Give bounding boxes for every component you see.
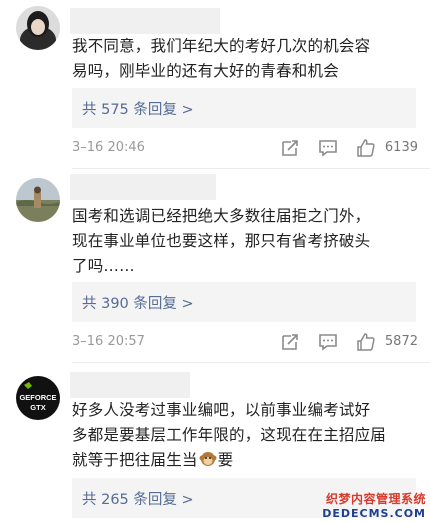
replies-link[interactable]: 共 390 条回复 > [72,282,416,322]
replies-link[interactable]: 共 575 条回复 > [72,88,416,128]
avatar[interactable]: GEFORCE GTX [16,376,60,420]
comment-item: 我不同意，我们年纪大的考好几次的机会容 易吗，刚毕业的还有大好的青春和机会 共 … [0,0,430,170]
username[interactable] [70,174,216,200]
watermark-text: 织梦内容管理系统 [325,492,426,506]
comment-text-line: 多都是要基层工作年限的，这现在在主招应届 [72,426,387,444]
username[interactable] [70,372,190,398]
comment-item: 国考和选调已经把绝大多数往届拒之门外， 现在事业单位也要这样，那只有省考挤破头 … [0,170,430,368]
timestamp: 3–16 20:46 [72,140,145,155]
comment-text: 国考和选调已经把绝大多数往届拒之门外， 现在事业单位也要这样，那只有省考挤破头 … [72,204,412,279]
timestamp: 3–16 20:57 [72,334,145,349]
avatar[interactable] [16,178,60,222]
comment-text-line: 好多人没考过事业编吧，以前事业编考试好 [72,401,371,419]
replies-label: 共 390 条回复 > [82,296,194,312]
comment-text-line: 我不同意，我们年纪大的考好几次的机会容 [72,37,371,55]
replies-label: 共 265 条回复 > [82,492,194,508]
avatar-brand-text: GTX [30,403,45,412]
comment-icon[interactable] [318,332,338,352]
thumbs-up-icon[interactable] [356,332,376,352]
monkey-emoji-icon [199,450,217,476]
avatar[interactable] [16,6,60,50]
comment-text-line: 了吗…… [72,257,135,275]
comment-text-fragment: 要 [217,451,234,469]
divider [72,362,430,363]
comment-text-line: 国考和选调已经把绝大多数往届拒之门外， [72,207,371,225]
comment-meta: 3–16 20:57 5872 [72,332,418,352]
comment-text-line: 现在事业单位也要这样，那只有省考挤破头 [72,232,371,250]
avatar-brand-text: GEFORCE [19,393,56,402]
comment-text-line: 易吗，刚毕业的还有大好的青春和机会 [72,62,339,80]
like-count: 5872 [384,334,418,349]
comment-text-line: 就等于把往届生当 要 [72,448,412,476]
replies-label: 共 575 条回复 > [82,102,194,118]
comment-icon[interactable] [318,138,338,158]
comment-text: 好多人没考过事业编吧，以前事业编考试好 多都是要基层工作年限的，这现在在主招应届… [72,398,412,476]
share-icon[interactable] [280,138,300,158]
comment-meta: 3–16 20:46 6139 [72,138,418,158]
comment-text-fragment: 就等于把往届生当 [72,451,198,469]
watermark-text: DEDECMS.COM [322,507,426,520]
thumbs-up-icon[interactable] [356,138,376,158]
watermark: 织梦内容管理系统 DEDECMS.COM [302,490,426,520]
share-icon[interactable] [280,332,300,352]
comment-text: 我不同意，我们年纪大的考好几次的机会容 易吗，刚毕业的还有大好的青春和机会 [72,34,412,84]
username[interactable] [70,8,220,34]
like-count: 6139 [384,140,418,155]
divider [72,168,430,169]
